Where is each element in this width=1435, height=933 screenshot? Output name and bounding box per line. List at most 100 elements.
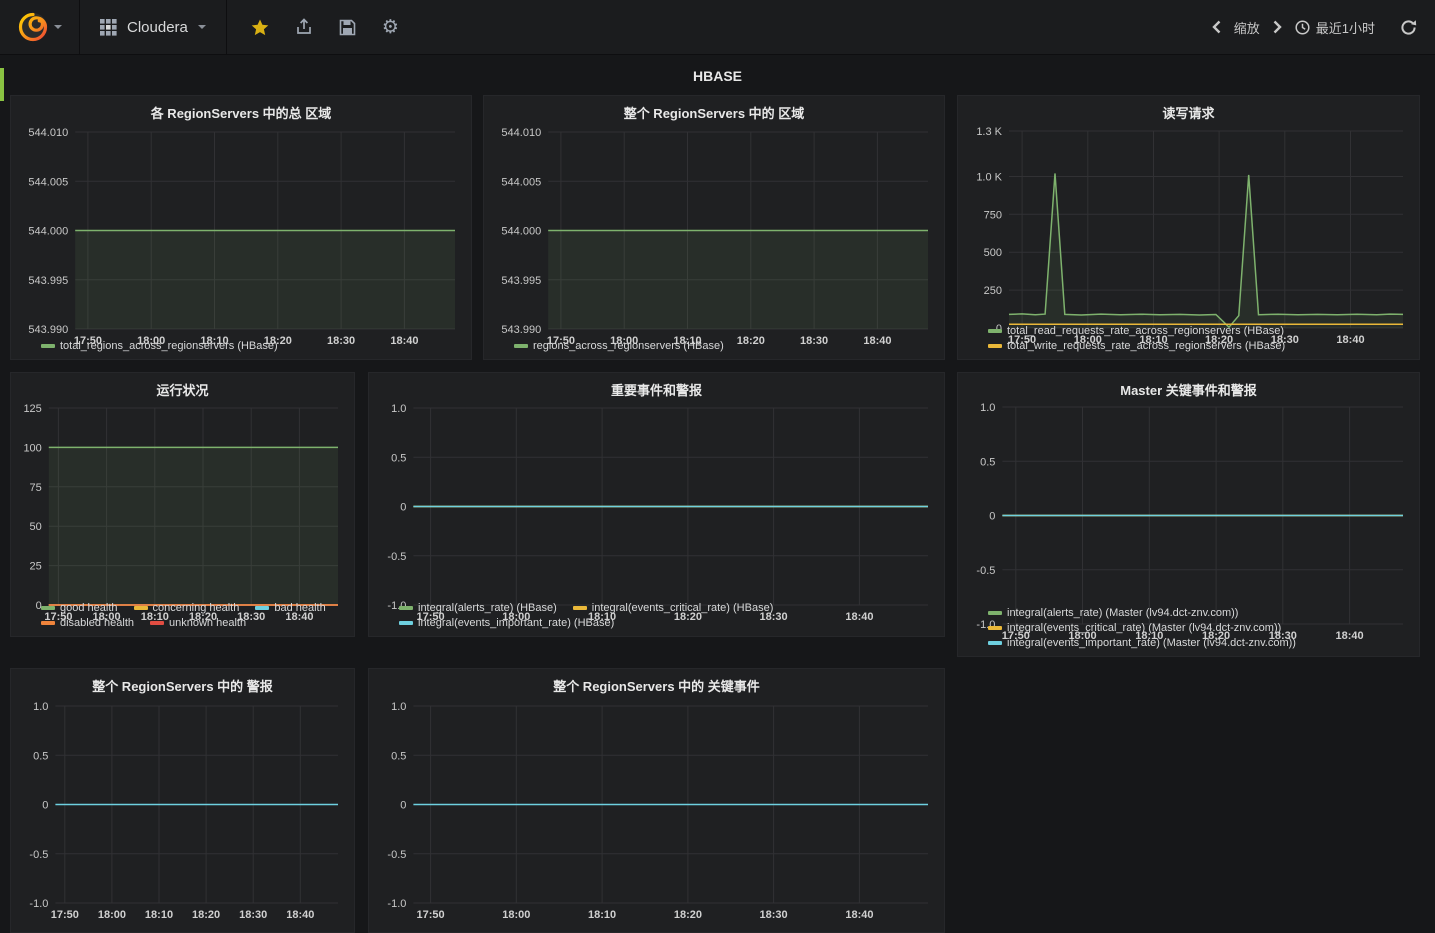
svg-text:18:00: 18:00	[502, 909, 530, 921]
svg-text:0: 0	[989, 510, 995, 522]
chart-svg: .xt{fill:#d0d0d0;font:700 11px "Liberati…	[387, 403, 928, 623]
legend-series-swatch	[133, 606, 148, 610]
zoom-out-button[interactable]: 缩放	[1234, 18, 1260, 37]
legend-series-label: total_write_requests_rate_across_regions…	[1007, 340, 1286, 352]
settings-button[interactable]: ⚙	[381, 15, 399, 38]
panel-title[interactable]: 各 RegionServers 中的总 区域	[11, 96, 471, 124]
svg-text:18:10: 18:10	[145, 909, 173, 921]
star-button[interactable]	[251, 19, 269, 36]
chart-area[interactable]: .xt{fill:#d0d0d0;font:700 11px "Liberati…	[962, 399, 1415, 642]
chevron-down-icon	[197, 25, 206, 29]
gear-icon: ⚙	[381, 15, 399, 38]
legend-item[interactable]: total_write_requests_rate_across_regions…	[988, 340, 1285, 352]
svg-text:18:20: 18:20	[674, 909, 702, 921]
legend-item[interactable]: bad health	[255, 602, 326, 614]
svg-text:0.5: 0.5	[391, 750, 406, 762]
time-shift-left-button[interactable]	[1212, 20, 1221, 34]
legend: total_read_requests_rate_across_regionse…	[958, 323, 1419, 359]
legend-item[interactable]: integral(alerts_rate) (Master (lv94.dct-…	[988, 607, 1238, 619]
svg-text:-1.0: -1.0	[29, 898, 48, 910]
chart-area[interactable]: .xt{fill:#d0d0d0;font:700 11px "Liberati…	[15, 400, 350, 623]
panel-title[interactable]: 整个 RegionServers 中的 区域	[484, 96, 944, 124]
save-button[interactable]	[339, 19, 356, 36]
legend-item[interactable]: total_regions_across_regionservers (HBas…	[41, 340, 278, 352]
legend-item[interactable]: integral(events_important_rate) (Master …	[988, 637, 1296, 649]
chart-area[interactable]: .xt{fill:#d0d0d0;font:700 11px "Liberati…	[15, 698, 350, 923]
refresh-button[interactable]	[1400, 19, 1417, 36]
svg-text:0: 0	[400, 501, 406, 513]
legend-series-label: regions_across_regionservers (HBase)	[533, 340, 724, 352]
svg-text:544.000: 544.000	[28, 225, 68, 237]
legend-series-label: integral(events_important_rate) (HBase)	[418, 617, 615, 629]
svg-text:-1.0: -1.0	[387, 898, 406, 910]
panel-title[interactable]: 整个 RegionServers 中的 警报	[11, 669, 354, 698]
panel-title[interactable]: 整个 RegionServers 中的 关键事件	[369, 669, 944, 698]
svg-text:543.995: 543.995	[501, 275, 541, 287]
chevron-left-icon	[1212, 20, 1221, 34]
chart-svg: .xt{fill:#d0d0d0;font:700 11px "Liberati…	[29, 701, 338, 921]
dashboard-picker[interactable]: Cloudera	[80, 0, 227, 54]
chart-area[interactable]: .xt{fill:#d0d0d0;font:700 11px "Liberati…	[373, 698, 940, 923]
legend: integral(alerts_rate) (HBase) integral(ev…	[369, 600, 944, 636]
svg-text:543.995: 543.995	[28, 275, 68, 287]
chevron-right-icon	[1273, 20, 1282, 34]
svg-text:18:40: 18:40	[845, 909, 873, 921]
grafana-main-menu[interactable]	[0, 0, 80, 54]
legend-item[interactable]: concerning health	[133, 602, 240, 614]
svg-text:18:00: 18:00	[98, 909, 126, 921]
panel-title[interactable]: 读写请求	[958, 96, 1419, 123]
legend-series-label: concerning health	[152, 602, 240, 614]
svg-text:544.010: 544.010	[501, 127, 541, 139]
legend-series-swatch	[41, 621, 55, 625]
legend-item[interactable]: regions_across_regionservers (HBase)	[514, 340, 724, 352]
legend-series-label: total_read_requests_rate_across_regionse…	[1007, 325, 1284, 337]
panel-title[interactable]: 重要事件和警报	[369, 373, 944, 400]
svg-text:1.0: 1.0	[391, 701, 406, 713]
chart-area[interactable]: .xt{fill:#d0d0d0;font:700 11px "Liberati…	[15, 124, 467, 347]
legend-series-swatch	[399, 621, 413, 625]
svg-text:750: 750	[984, 209, 1002, 221]
legend-item[interactable]: unknown health	[150, 617, 246, 629]
svg-text:0.5: 0.5	[980, 456, 995, 468]
legend-item[interactable]: disabled health	[41, 617, 134, 629]
legend-item[interactable]: integral(events_critical_rate) (Master (…	[988, 622, 1281, 634]
legend-series-label: integral(events_critical_rate) (HBase)	[591, 602, 774, 614]
legend-series-swatch	[399, 606, 413, 610]
panel-regionservers-critical-events: 整个 RegionServers 中的 关键事件 .xt{fill:#d0d0d…	[368, 668, 945, 933]
grafana-logo-icon	[18, 12, 47, 42]
chart-area[interactable]: .xt{fill:#d0d0d0;font:700 11px "Liberati…	[488, 124, 940, 347]
legend-item[interactable]: good health	[41, 602, 118, 614]
share-button[interactable]	[295, 18, 313, 36]
dashboard-actions: ⚙	[227, 15, 423, 38]
svg-text:1.3 K: 1.3 K	[976, 126, 1002, 138]
svg-text:544.005: 544.005	[28, 176, 68, 188]
svg-text:1.0: 1.0	[391, 403, 406, 415]
star-icon	[251, 19, 269, 35]
legend: total_regions_across_regionservers (HBas…	[11, 338, 471, 359]
svg-text:18:30: 18:30	[760, 909, 788, 921]
svg-text:-0.5: -0.5	[387, 848, 406, 860]
time-shift-right-button[interactable]	[1273, 20, 1282, 34]
legend-item[interactable]: total_read_requests_rate_across_regionse…	[988, 325, 1284, 337]
svg-text:-0.5: -0.5	[387, 550, 406, 562]
legend-item[interactable]: integral(alerts_rate) (HBase)	[399, 602, 557, 614]
legend-series-swatch	[572, 606, 587, 610]
legend-item[interactable]: integral(events_important_rate) (HBase)	[399, 617, 614, 629]
svg-text:-0.5: -0.5	[976, 564, 995, 576]
panel-title[interactable]: Master 关键事件和警报	[958, 373, 1419, 399]
time-range-picker[interactable]: 最近1小时	[1295, 18, 1375, 37]
legend-series-swatch	[150, 621, 165, 625]
legend-series-label: integral(events_important_rate) (Master …	[1007, 637, 1296, 649]
legend-series-label: integral(alerts_rate) (Master (lv94.dct-…	[1007, 607, 1239, 619]
svg-text:18:30: 18:30	[239, 909, 267, 921]
chart-area[interactable]: .xt{fill:#d0d0d0;font:700 11px "Liberati…	[962, 123, 1415, 346]
row-title[interactable]: HBASE	[0, 68, 1435, 84]
chart-area[interactable]: .xt{fill:#d0d0d0;font:700 11px "Liberati…	[373, 400, 940, 623]
legend	[369, 923, 944, 932]
svg-text:544.005: 544.005	[501, 176, 541, 188]
panel-total-regions: 各 RegionServers 中的总 区域 .xt{fill:#d0d0d0;…	[10, 95, 472, 360]
panel-title[interactable]: 运行状况	[11, 373, 354, 400]
legend-series-swatch	[988, 626, 1002, 630]
legend-series-label: good health	[60, 602, 118, 614]
legend-item[interactable]: integral(events_critical_rate) (HBase)	[572, 602, 774, 614]
